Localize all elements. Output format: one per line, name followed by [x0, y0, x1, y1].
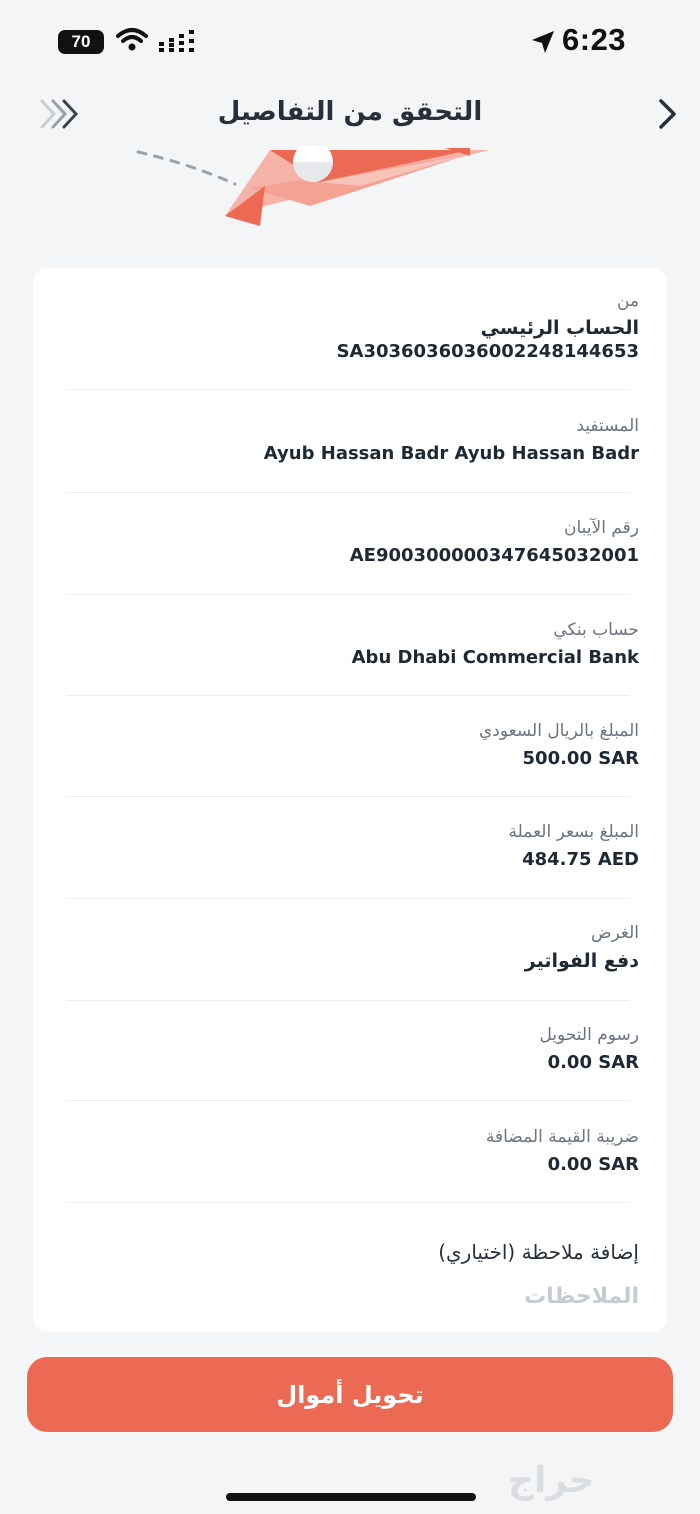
purpose-label: الغرض	[590, 923, 639, 943]
fees-label: رسوم التحويل	[539, 1025, 639, 1045]
iban-label: رقم الآيبان	[564, 518, 639, 538]
amount-sar-field: المبلغ بالريال السعودي 500.00 SAR	[67, 720, 639, 771]
divider	[67, 1100, 629, 1101]
fees-value: 0.00 SAR	[547, 1052, 639, 1073]
notes-input[interactable]	[99, 1278, 639, 1314]
note-label: إضافة ملاحظة (اختياري)	[438, 1240, 639, 1264]
from-account-iban: SA3036036036002248144653	[336, 341, 639, 362]
signal-icon	[159, 30, 194, 52]
bank-label: حساب بنكي	[553, 620, 639, 640]
status-bar: 70 6:23	[0, 0, 700, 80]
divider	[67, 492, 629, 493]
divider	[67, 594, 629, 595]
transfer-money-button[interactable]: تحويل أموال	[27, 1357, 673, 1432]
divider	[67, 389, 629, 390]
beneficiary-value: Ayub Hassan Badr Ayub Hassan Badr	[263, 443, 639, 464]
iban-value: AE900300000347645032001	[349, 545, 639, 566]
divider	[67, 898, 629, 899]
details-card: من الحساب الرئيسي SA30360360360022481446…	[33, 268, 667, 1332]
watermark: حراج	[508, 1460, 595, 1501]
vat-label: ضريبة القيمة المضافة	[485, 1127, 639, 1147]
iban-field: رقم الآيبان AE900300000347645032001	[67, 517, 639, 568]
from-label: من	[616, 291, 639, 311]
divider	[67, 796, 629, 797]
paper-plane-illustration	[136, 146, 490, 226]
divider	[67, 1202, 629, 1203]
purpose-field: الغرض دفع الفواتير	[67, 922, 639, 973]
amount-fx-field: المبلغ بسعر العملة 484.75 AED	[67, 821, 640, 872]
battery-indicator: 70	[58, 30, 104, 54]
beneficiary-label: المستفيد	[576, 416, 639, 436]
amount-sar-label: المبلغ بالريال السعودي	[478, 721, 639, 741]
from-account-name: الحساب الرئيسي	[480, 317, 639, 339]
bank-value: Abu Dhabi Commercial Bank	[351, 647, 639, 668]
purpose-value: دفع الفواتير	[524, 950, 639, 972]
fees-field: رسوم التحويل 0.00 SAR	[67, 1024, 639, 1075]
vat-value: 0.00 SAR	[547, 1154, 639, 1175]
vat-field: ضريبة القيمة المضافة 0.00 SAR	[67, 1126, 639, 1177]
back-chevron-icon[interactable]	[656, 97, 680, 131]
wifi-icon	[116, 28, 148, 51]
amount-fx-value: 484.75 AED	[522, 849, 639, 870]
beneficiary-field: المستفيد Ayub Hassan Badr Ayub Hassan Ba…	[67, 415, 639, 466]
divider	[67, 1000, 629, 1001]
header: التحقق من التفاصيل	[0, 85, 700, 145]
divider	[67, 695, 629, 696]
location-arrow-icon	[532, 31, 554, 53]
bank-field: حساب بنكي Abu Dhabi Commercial Bank	[67, 619, 639, 670]
page-title: التحقق من التفاصيل	[217, 97, 483, 127]
from-field: من الحساب الرئيسي SA30360360360022481446…	[67, 290, 639, 364]
amount-fx-label: المبلغ بسعر العملة	[508, 822, 640, 842]
home-indicator	[226, 1493, 476, 1501]
amount-sar-value: 500.00 SAR	[522, 748, 639, 769]
clock: 6:23	[562, 22, 627, 57]
